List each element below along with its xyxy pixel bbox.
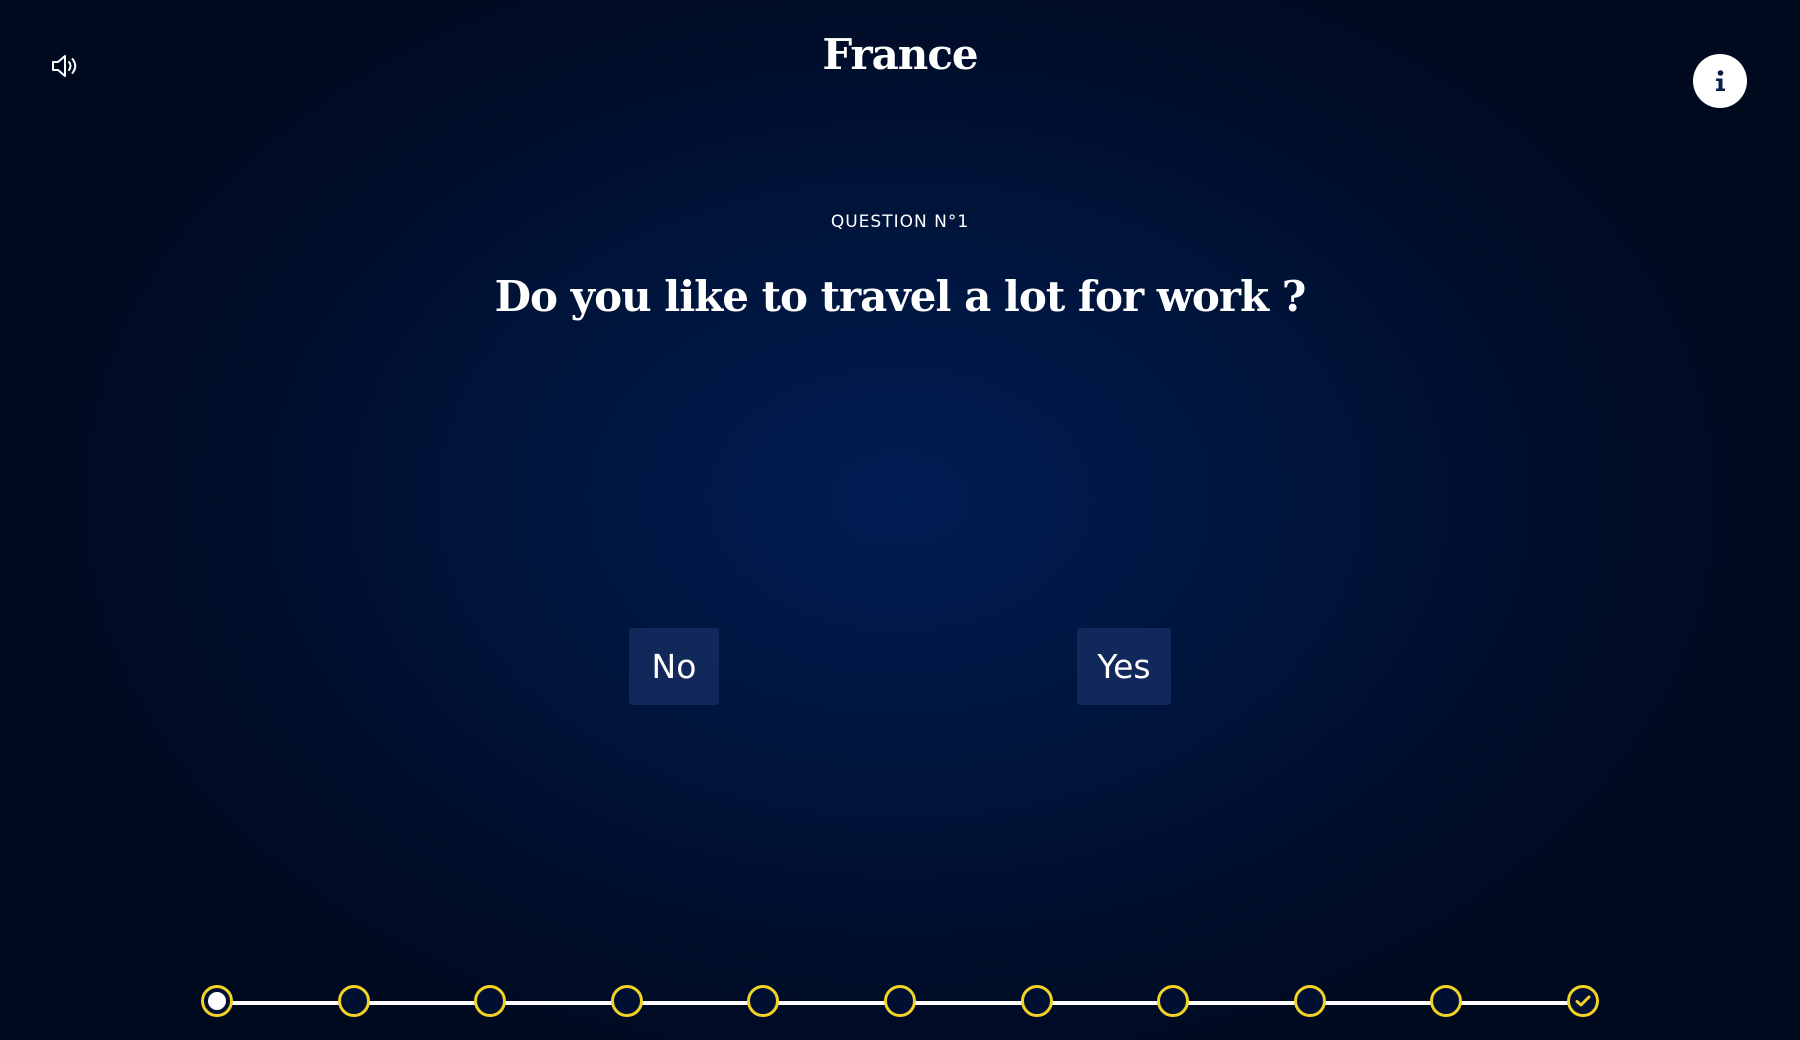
current-step-dot [208,992,226,1010]
info-button[interactable] [1693,54,1747,108]
progress-step[interactable] [1021,985,1053,1017]
question-text: Do you like to travel a lot for work ? [494,272,1307,321]
progress-step[interactable] [1567,985,1599,1017]
answer-no-button[interactable]: No [629,628,719,705]
progress-step[interactable] [1157,985,1189,1017]
progress-step[interactable] [201,985,233,1017]
progress-step[interactable] [747,985,779,1017]
progress-step[interactable] [884,985,916,1017]
progress-step[interactable] [474,985,506,1017]
progress-step[interactable] [611,985,643,1017]
check-icon [1575,995,1591,1007]
answer-yes-button[interactable]: Yes [1077,628,1171,705]
country-title: France [822,30,978,79]
progress-step[interactable] [338,985,370,1017]
question-number: QUESTION N°1 [830,212,970,232]
info-icon [1716,70,1725,91]
progress-step[interactable] [1294,985,1326,1017]
progress-tracker [201,985,1599,1021]
progress-step[interactable] [1430,985,1462,1017]
